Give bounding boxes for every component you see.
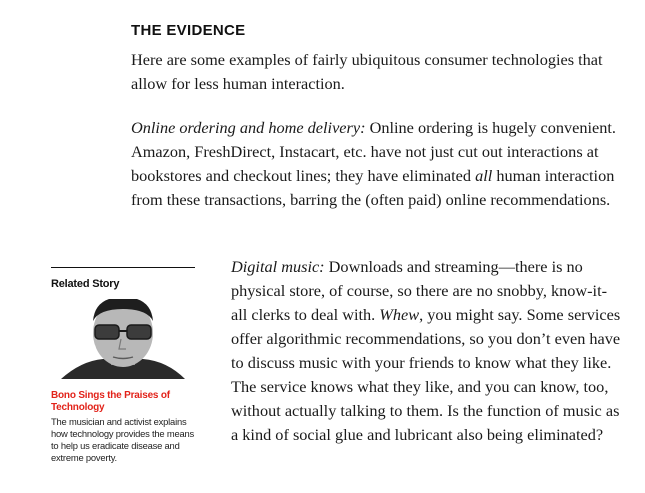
digital-music-text-end: , you might say. Some services offer alg… bbox=[231, 305, 621, 444]
portrait-image bbox=[51, 299, 195, 379]
section-heading: THE EVIDENCE bbox=[131, 22, 246, 39]
related-story-description: The musician and activist explains how t… bbox=[51, 416, 194, 463]
related-story-sidebar: Related Story Bono Sings the Praises of … bbox=[51, 267, 195, 464]
intro-paragraph: Here are some examples of fairly ubiquit… bbox=[131, 50, 603, 93]
digital-music-paragraph: Digital music: Downloads and streaming—t… bbox=[231, 255, 621, 447]
digital-music-lead: Digital music: bbox=[231, 257, 325, 276]
digital-music-emphasis: Whew bbox=[379, 305, 420, 324]
online-ordering-paragraph: Online ordering and home delivery: Onlin… bbox=[131, 116, 621, 212]
online-ordering-emphasis: all bbox=[475, 166, 493, 185]
related-story-title[interactable]: Bono Sings the Praises of Technology bbox=[51, 390, 195, 414]
related-story-label: Related Story bbox=[51, 278, 120, 290]
related-story-photo[interactable] bbox=[51, 299, 195, 379]
sidebar-divider bbox=[51, 267, 195, 268]
online-ordering-lead: Online ordering and home delivery: bbox=[131, 118, 366, 137]
